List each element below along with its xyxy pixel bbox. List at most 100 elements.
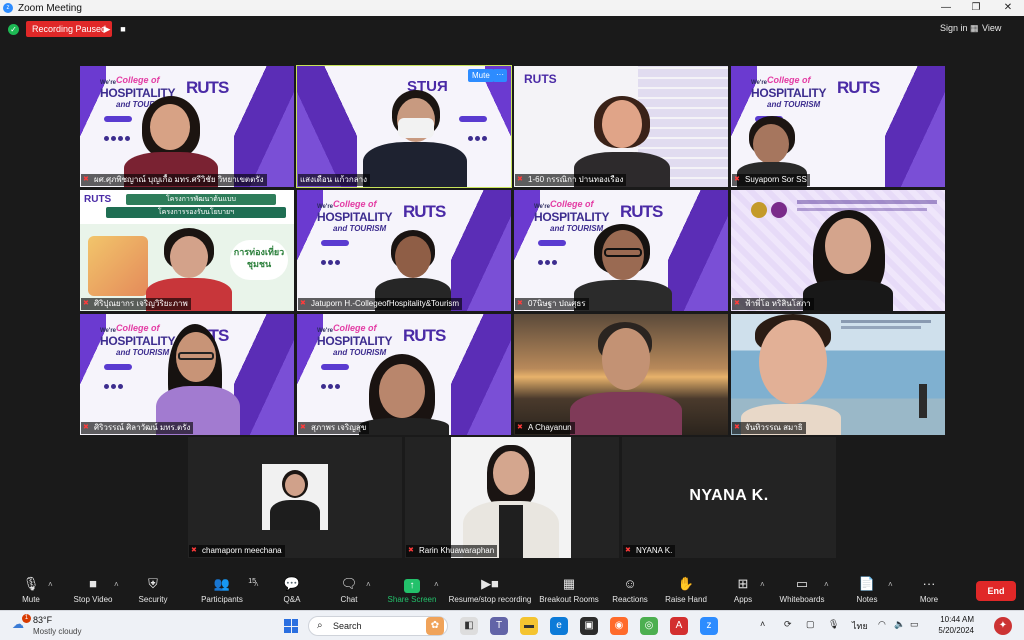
video-options-caret-icon[interactable]: ˄ bbox=[114, 580, 119, 589]
share-options-caret-icon[interactable]: ˄ bbox=[434, 580, 439, 589]
stop-recording-icon[interactable]: ■ bbox=[116, 22, 130, 36]
video-tile[interactable]: RUTS โครงการพัฒนาต้นแบบ โครงการรองรับนโย… bbox=[80, 190, 294, 311]
grid-view-icon[interactable]: ▦ bbox=[970, 23, 979, 34]
ruts-logo: RUTS bbox=[84, 194, 112, 205]
store-icon[interactable]: ▣ bbox=[580, 617, 598, 635]
meeting-topbar: ✓ Recording Paused ▶ ■ Sign in ▦ View bbox=[0, 16, 1024, 42]
bg-college-text: College of bbox=[116, 75, 160, 85]
video-tile[interactable]: ✖ chamaporn meechana bbox=[188, 437, 402, 558]
zoom-taskbar-icon[interactable]: z bbox=[700, 617, 718, 635]
teams-icon[interactable]: T bbox=[490, 617, 508, 635]
video-tile[interactable]: ✖ ฟ้าพี่โอ หริสินโสภา bbox=[731, 190, 945, 311]
mic-muted-icon: ✖ bbox=[300, 300, 306, 307]
battery-icon[interactable]: ▭ bbox=[910, 619, 919, 630]
video-tile[interactable]: We're College of HOSPITALITY and TOURISM… bbox=[514, 190, 728, 311]
resume-stop-recording-button[interactable]: ▶■ Resume/stop recording bbox=[446, 576, 534, 604]
ruts-logo: RUTS bbox=[524, 72, 557, 86]
view-button[interactable]: View bbox=[982, 23, 1001, 33]
apps-icon: ⊞ bbox=[737, 576, 749, 591]
qa-button[interactable]: 💬 Q&A bbox=[278, 576, 306, 604]
whiteboards-button[interactable]: ▭ Whiteboards bbox=[776, 576, 828, 604]
mic-muted-icon: ✖ bbox=[191, 547, 197, 554]
sign-in-link[interactable]: Sign in bbox=[940, 23, 968, 33]
mute-button[interactable]: 🎙 Mute bbox=[14, 576, 48, 604]
chat-button[interactable]: 🗨 Chat bbox=[334, 576, 364, 604]
mic-muted-icon: ✖ bbox=[300, 424, 306, 431]
participants-button[interactable]: 👥 15 Participants bbox=[198, 576, 256, 604]
chrome-icon[interactable]: ◎ bbox=[640, 617, 658, 635]
participant-name-tag: ✖ 07นิษฐา ปณศุธร bbox=[515, 298, 589, 310]
breakout-rooms-icon: ▦ bbox=[562, 576, 576, 591]
reactions-button[interactable]: ☺ Reactions bbox=[610, 576, 650, 604]
video-tile[interactable]: We're College of HOSPITALITY and TOURISM… bbox=[297, 190, 511, 311]
raise-hand-button[interactable]: ✋ Raise Hand bbox=[664, 576, 708, 604]
glasses bbox=[604, 248, 642, 257]
audio-options-caret-icon[interactable]: ˄ bbox=[48, 580, 53, 589]
volume-icon[interactable]: 🔈 bbox=[894, 619, 905, 630]
whiteboard-icon: ▭ bbox=[795, 576, 809, 591]
video-tile-active-speaker[interactable]: STUЯ Mute ··· แสงเดือน แก้วกลาง bbox=[296, 65, 512, 188]
minimize-button[interactable]: — bbox=[930, 0, 962, 16]
windows-taskbar: ☁ 1 83°F Mostly cloudy ⌕ Search ✿ ◧ T ▬ e… bbox=[0, 610, 1024, 640]
tray-overflow-icon[interactable]: ˄ bbox=[760, 619, 765, 629]
maximize-button[interactable]: ❐ bbox=[960, 0, 992, 16]
firefox-icon[interactable]: ◉ bbox=[610, 617, 628, 635]
mic-muted-icon: ✖ bbox=[83, 300, 89, 307]
weather-condition: Mostly cloudy bbox=[33, 627, 82, 636]
video-tile[interactable]: We're College of HOSPITALITY and TOURISM… bbox=[80, 314, 294, 435]
encryption-shield-icon[interactable]: ✓ bbox=[8, 24, 19, 35]
more-button[interactable]: ··· More bbox=[914, 576, 944, 604]
zoom-window: z Zoom Meeting — ❐ ✕ ✓ Recording Paused … bbox=[0, 0, 1024, 640]
apps-button[interactable]: ⊞ Apps bbox=[730, 576, 756, 604]
participants-options-caret-icon[interactable]: ˄ bbox=[254, 580, 259, 589]
mic-muted-icon: ✖ bbox=[625, 547, 631, 554]
chat-options-caret-icon[interactable]: ˄ bbox=[366, 580, 371, 589]
mic-muted-icon: ✖ bbox=[517, 300, 523, 307]
notes-icon: 📄 bbox=[858, 576, 876, 591]
tile-mute-button[interactable]: Mute bbox=[468, 69, 494, 82]
stop-video-button[interactable]: ■ Stop Video bbox=[70, 576, 116, 604]
glasses bbox=[178, 352, 214, 360]
microphone-tray-icon[interactable]: 🎙 bbox=[828, 619, 839, 630]
start-button[interactable] bbox=[284, 619, 298, 633]
close-button[interactable]: ✕ bbox=[992, 0, 1024, 16]
video-tile[interactable]: ✖ A Chayanun bbox=[514, 314, 728, 435]
video-tile[interactable]: NYANA K. ✖ NYANA K. bbox=[622, 437, 836, 558]
whiteboards-options-caret-icon[interactable]: ˄ bbox=[824, 580, 829, 589]
notes-options-caret-icon[interactable]: ˄ bbox=[888, 580, 893, 589]
mic-muted-icon: ✖ bbox=[734, 176, 740, 183]
participant-name-tag: ✖ ศิริปุณยากร เจริญวิริยะภาพ bbox=[81, 298, 191, 310]
file-explorer-icon[interactable]: ▬ bbox=[520, 617, 538, 635]
search-icon: ⌕ bbox=[317, 620, 323, 631]
breakout-rooms-button[interactable]: ▦ Breakout Rooms bbox=[538, 576, 600, 604]
video-tile[interactable]: We're College of HOSPITALITY and TOURISM… bbox=[731, 66, 945, 187]
notes-button[interactable]: 📄 Notes bbox=[852, 576, 882, 604]
end-meeting-button[interactable]: End bbox=[976, 581, 1016, 601]
video-tile[interactable]: ✖ Rarin Khuawaraphan bbox=[405, 437, 619, 558]
share-screen-icon: ↑ bbox=[386, 576, 438, 593]
share-screen-button[interactable]: ↑ Share Screen bbox=[386, 576, 438, 604]
video-tile[interactable]: We're College of HOSPITALITY and TOURISM… bbox=[297, 314, 511, 435]
sync-icon[interactable]: ⟳ bbox=[784, 619, 792, 630]
system-clock[interactable]: 10:44 AM 5/20/2024 bbox=[930, 614, 974, 636]
video-tile[interactable]: RUTS ✖ 1-60 กรรณิกา ปานทองเรือง bbox=[514, 66, 728, 187]
security-button[interactable]: ⛨ Security bbox=[134, 576, 172, 604]
participant-name-tag: ✖ A Chayanun bbox=[515, 422, 575, 434]
task-view-icon[interactable]: ◧ bbox=[460, 617, 478, 635]
resume-recording-icon[interactable]: ▶ bbox=[100, 22, 114, 36]
meet-now-icon[interactable]: ▢ bbox=[806, 619, 815, 630]
video-tile[interactable]: We're College of HOSPITALITY and TOURISM… bbox=[80, 66, 294, 187]
language-indicator[interactable]: ไทย bbox=[852, 619, 868, 633]
edge-icon[interactable]: e bbox=[550, 617, 568, 635]
video-tile[interactable]: ✖ จันทิวรรณ สมาธิ bbox=[731, 314, 945, 435]
apps-options-caret-icon[interactable]: ˄ bbox=[760, 580, 765, 589]
chat-icon: 🗨 bbox=[340, 576, 358, 591]
participant-name-tag: ✖ chamaporn meechana bbox=[189, 545, 285, 557]
illustration bbox=[88, 236, 148, 296]
search-highlight-icon[interactable]: ✿ bbox=[426, 617, 444, 635]
reactions-icon: ☺ bbox=[623, 576, 637, 591]
copilot-icon[interactable]: ✦ bbox=[994, 617, 1012, 635]
tile-more-options-icon[interactable]: ··· bbox=[493, 69, 507, 82]
wifi-icon[interactable]: ◠ bbox=[878, 619, 886, 630]
acrobat-icon[interactable]: A bbox=[670, 617, 688, 635]
